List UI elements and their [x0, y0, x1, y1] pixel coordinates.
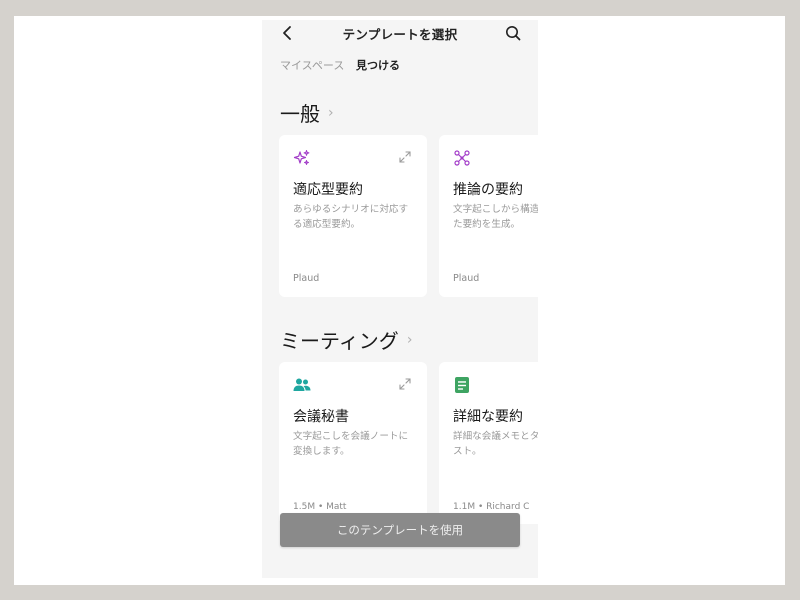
- template-card-reasoning-summary[interactable]: 推論の要約 文字起こしから構造化された要約を生成。 Plaud: [439, 135, 538, 297]
- card-title: 推論の要約: [453, 182, 523, 198]
- card-title: 詳細な要約: [453, 409, 523, 425]
- background-frame-right: [785, 0, 800, 600]
- document-icon: [455, 377, 469, 393]
- background-frame-top: [0, 0, 800, 16]
- section-general-title: 一般: [280, 102, 320, 126]
- use-template-button[interactable]: このテンプレートを使用: [280, 513, 520, 547]
- people-icon: [293, 378, 311, 391]
- card-usage-meta: 1.1M • Richard C: [453, 502, 530, 512]
- tab-my-space[interactable]: マイスペース: [280, 57, 344, 73]
- expand-icon[interactable]: [399, 151, 411, 163]
- card-description: あらゆるシナリオに対応する適応型要約。: [293, 204, 409, 230]
- expand-icon[interactable]: [399, 378, 411, 390]
- tab-discover[interactable]: 見つける: [356, 57, 400, 73]
- nodes-icon: [454, 150, 470, 166]
- card-title: 会議秘書: [293, 409, 349, 425]
- card-author: Plaud: [293, 273, 320, 284]
- header-bar: テンプレートを選択: [262, 20, 538, 46]
- section-meeting-header[interactable]: ミーティング ›: [280, 325, 412, 354]
- chevron-right-icon: ›: [328, 104, 334, 121]
- card-usage-meta: 1.5M • Matt: [293, 502, 347, 512]
- search-icon: [506, 26, 521, 41]
- template-card-meeting-secretary[interactable]: 会議秘書 文字起こしを会議ノートに変換します。 1.5M • Matt: [279, 362, 427, 524]
- page-title: テンプレートを選択: [342, 27, 458, 42]
- section-general-header[interactable]: 一般 ›: [280, 98, 334, 127]
- chevron-right-icon: ›: [406, 331, 413, 348]
- sparkles-icon: [293, 150, 310, 165]
- search-button[interactable]: [504, 24, 522, 42]
- card-description: 文字起こしから構造化された要約を生成。: [453, 204, 538, 230]
- background-frame-bottom: [0, 585, 800, 600]
- card-author: Plaud: [453, 273, 480, 284]
- card-description: 文字起こしを会議ノートに変換します。: [293, 431, 409, 457]
- background-frame-left: [0, 0, 14, 600]
- card-title: 適応型要約: [293, 182, 363, 198]
- card-description: 詳細な会議メモとタスクリスト。: [453, 431, 538, 457]
- app-screen: テンプレートを選択 マイスペース 見つける 一般 › 適応型要約 あらゆるシナリ…: [262, 20, 538, 578]
- template-card-adaptive-summary[interactable]: 適応型要約 あらゆるシナリオに対応する適応型要約。 Plaud: [279, 135, 427, 297]
- section-meeting-title: ミーティング: [280, 329, 399, 353]
- template-card-detailed-summary[interactable]: 詳細な要約 詳細な会議メモとタスクリスト。 1.1M • Richard C: [439, 362, 538, 524]
